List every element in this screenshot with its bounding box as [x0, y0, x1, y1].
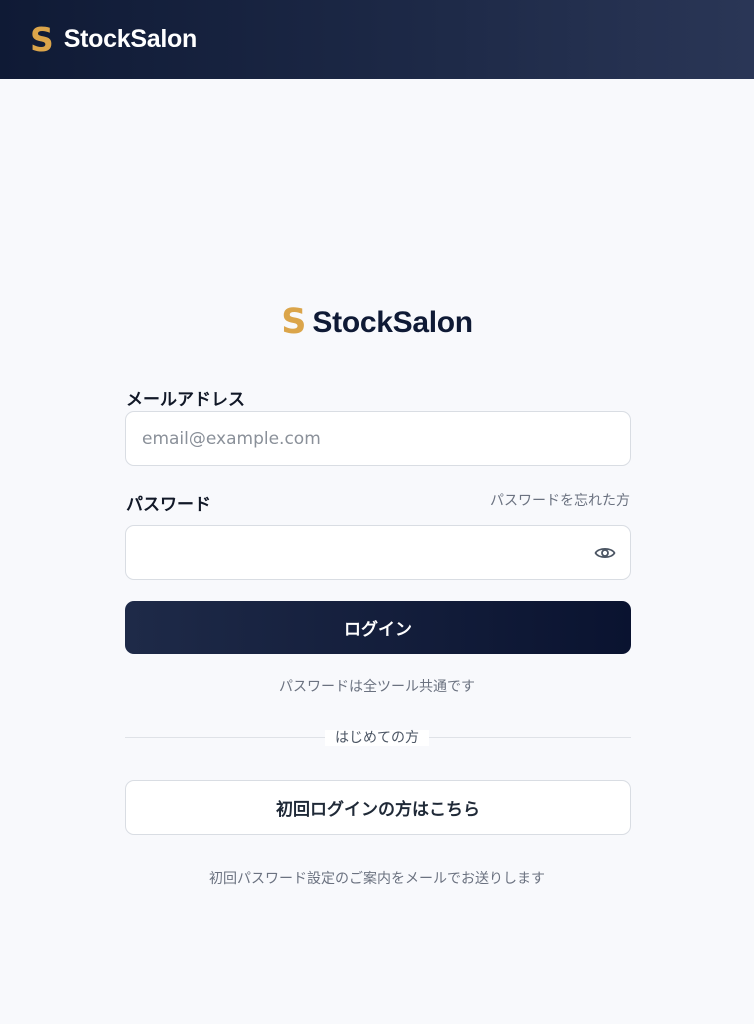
login-brand-name: StockSalon [312, 305, 473, 339]
email-field-container [125, 411, 631, 466]
login-logo: S StockSalon [0, 305, 754, 340]
logo-icon: S [281, 302, 307, 342]
email-input[interactable] [126, 412, 630, 465]
password-label: パスワード [126, 495, 211, 515]
first-login-button[interactable]: 初回ログインの方はこちら [125, 780, 631, 835]
brand-name: StockSalon [63, 25, 197, 53]
password-common-note: パスワードは全ツール共通です [279, 679, 475, 695]
logo-icon: S [30, 20, 54, 59]
first-login-note: 初回パスワード設定のご案内をメールでお送りします [209, 871, 545, 887]
login-button[interactable]: ログイン [125, 601, 631, 654]
password-input[interactable] [126, 526, 630, 579]
password-field-container [125, 525, 631, 580]
divider-label-wrap: はじめての方 [0, 727, 754, 747]
divider-label: はじめての方 [325, 730, 429, 746]
email-label: メールアドレス [126, 390, 245, 410]
forgot-password-link[interactable]: パスワードを忘れた方 [490, 490, 630, 510]
eye-icon[interactable] [594, 543, 616, 563]
top-navbar: S StockSalon [0, 0, 754, 79]
